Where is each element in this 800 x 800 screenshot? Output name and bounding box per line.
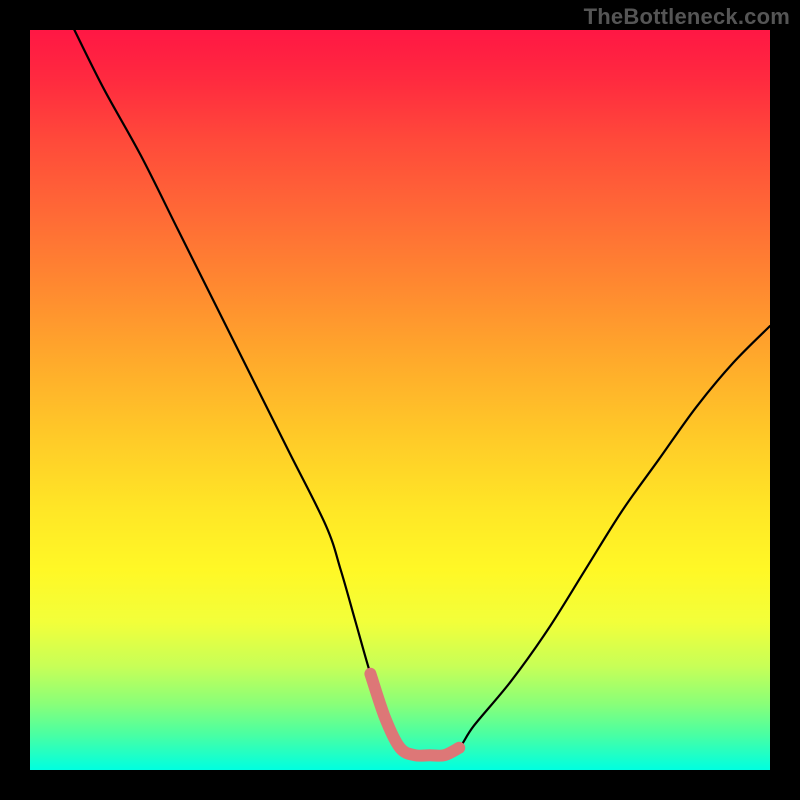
- bottleneck-curve: [74, 30, 770, 756]
- optimal-range-highlight: [370, 674, 459, 756]
- chart-frame: TheBottleneck.com: [0, 0, 800, 800]
- watermark-text: TheBottleneck.com: [584, 4, 790, 30]
- plot-area: [30, 30, 770, 770]
- curve-layer: [30, 30, 770, 770]
